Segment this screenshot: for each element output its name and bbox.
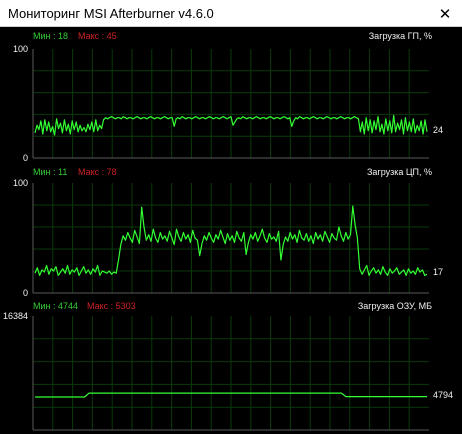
ram-usage-graph[interactable]: Мин : 4744 Макс : 5303 Загрузка ОЗУ, МБ … bbox=[0, 297, 462, 434]
gpu-load-graph[interactable]: Мин : 18 Макс : 45 Загрузка ГП, % 100 0 … bbox=[0, 27, 462, 163]
gpu-plot-area bbox=[32, 49, 429, 159]
afterburner-monitor-window: Мониторинг MSI Afterburner v4.6.0 ✕ Мин … bbox=[0, 0, 462, 434]
close-button[interactable]: ✕ bbox=[428, 0, 462, 27]
title-bar[interactable]: Мониторинг MSI Afterburner v4.6.0 ✕ bbox=[0, 0, 462, 27]
cpu-load-graph[interactable]: Мин : 11 Макс : 78 Загрузка ЦП, % 100 0 … bbox=[0, 163, 462, 298]
ram-plot-area bbox=[32, 316, 429, 431]
window-title: Мониторинг MSI Afterburner v4.6.0 bbox=[8, 6, 214, 21]
close-icon: ✕ bbox=[438, 5, 452, 23]
monitor-graphs: Мин : 18 Макс : 45 Загрузка ГП, % 100 0 … bbox=[0, 27, 462, 434]
cpu-plot-area bbox=[32, 183, 429, 294]
